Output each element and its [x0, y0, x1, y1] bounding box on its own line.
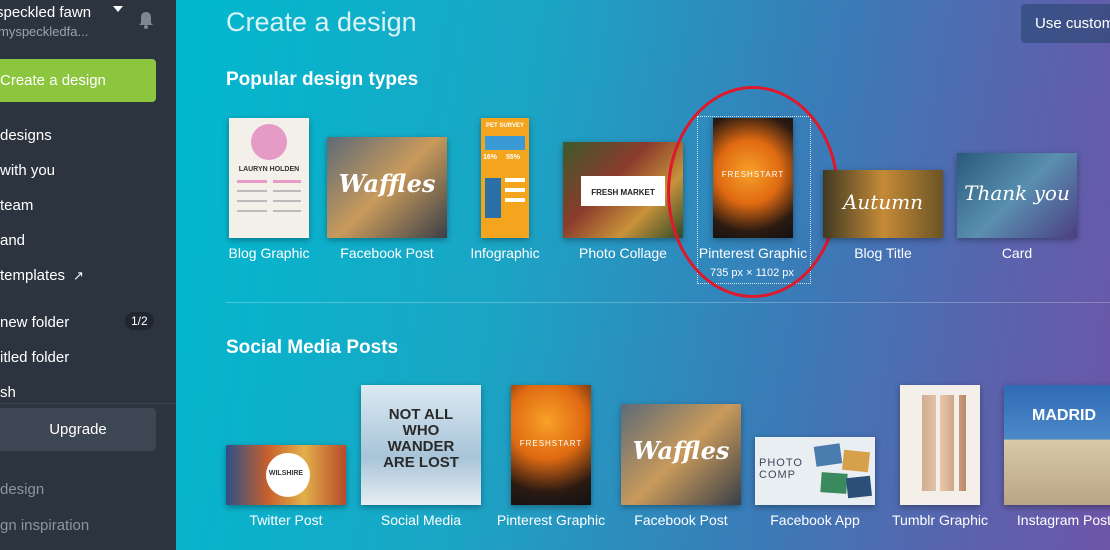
sidebar-item-designs[interactable]: designs	[0, 127, 52, 144]
thumb-card[interactable]: Thank you	[957, 153, 1077, 238]
thumb-text: Thank you	[964, 181, 1070, 205]
sidebar-divider	[0, 403, 176, 404]
thumb-text: Waffles	[338, 169, 436, 198]
thumb-text: PHOTO COMP	[759, 457, 803, 481]
thumb-infographic[interactable]: PET SURVEY 16% 55%	[481, 118, 529, 238]
tile-label-social-media[interactable]: Social Media	[371, 512, 471, 528]
external-link-icon: ↗	[73, 268, 84, 283]
thumb-text: NOT ALL WHO WANDER ARE LOST	[383, 406, 459, 471]
tile-label-pinterest-graphic-social[interactable]: Pinterest Graphic	[491, 512, 611, 528]
thumb-text: WILSHIRE	[268, 470, 304, 477]
upgrade-button[interactable]: Upgrade	[0, 408, 156, 451]
sidebar: speckled fawn myspeckledfa... Create a d…	[0, 0, 176, 550]
tile-label-tumblr-graphic[interactable]: Tumblr Graphic	[890, 512, 990, 528]
sidebar-footer-design[interactable]: design	[0, 481, 44, 498]
page-title: Create a design	[226, 7, 417, 37]
sidebar-item-trash[interactable]: sh	[0, 384, 16, 401]
thumb-photo-collage[interactable]: FRESH MARKET	[563, 142, 683, 238]
thumb-text: MADRID	[1032, 407, 1096, 424]
tile-label-facebook-post[interactable]: Facebook Post	[337, 245, 437, 261]
chevron-down-icon[interactable]	[113, 6, 123, 12]
thumb-twitter-post[interactable]: WILSHIRE	[226, 445, 346, 505]
sidebar-item-team[interactable]: team	[0, 197, 33, 214]
sidebar-footer-inspiration[interactable]: gn inspiration	[0, 517, 89, 534]
user-handle: myspeckledfa...	[0, 24, 89, 39]
tile-label-blog-title[interactable]: Blog Title	[833, 245, 933, 261]
sidebar-item-shared[interactable]: with you	[0, 162, 55, 179]
thumb-social-media[interactable]: NOT ALL WHO WANDER ARE LOST	[361, 385, 481, 505]
thumb-text: PET SURVEY	[486, 123, 524, 129]
thumb-text: FRESH MARKET	[591, 188, 655, 197]
tile-label-facebook-post-social[interactable]: Facebook Post	[631, 512, 731, 528]
thumb-text: 55%	[506, 154, 521, 161]
section-divider	[226, 302, 1110, 303]
thumb-pinterest-graphic-social[interactable]: FRESHSTART	[511, 385, 591, 505]
thumb-blog-graphic[interactable]: LAURYN HOLDEN	[229, 118, 309, 238]
user-name[interactable]: speckled fawn	[0, 4, 91, 21]
section-title-popular: Popular design types	[226, 69, 419, 90]
annotation-circle	[667, 86, 839, 298]
tile-label-photo-collage[interactable]: Photo Collage	[573, 245, 673, 261]
sidebar-item-untitled-folder[interactable]: itled folder	[0, 349, 69, 366]
thumb-facebook-post-social[interactable]: Waffles	[621, 404, 741, 505]
tile-label-card[interactable]: Card	[967, 245, 1067, 261]
thumb-tumblr-graphic[interactable]	[900, 385, 980, 505]
sidebar-item-templates[interactable]: templates ↗	[0, 267, 84, 284]
thumb-text: LAURYN HOLDEN	[238, 166, 300, 173]
tile-label-blog-graphic[interactable]: Blog Graphic	[219, 245, 319, 261]
folder-count-badge: 1/2	[125, 312, 154, 330]
bell-icon[interactable]	[136, 10, 156, 30]
thumb-facebook-app[interactable]: PHOTO COMP	[755, 437, 875, 505]
tile-label-twitter-post[interactable]: Twitter Post	[236, 512, 336, 528]
sidebar-item-brand[interactable]: and	[0, 232, 25, 249]
tile-label-instagram-post[interactable]: Instagram Post	[1014, 512, 1110, 528]
thumb-text: 16%	[483, 154, 498, 161]
use-custom-dimensions-button[interactable]: Use custom	[1021, 4, 1110, 43]
section-title-social: Social Media Posts	[226, 337, 399, 358]
tile-label-facebook-app[interactable]: Facebook App	[765, 512, 865, 528]
thumb-facebook-post[interactable]: Waffles	[327, 137, 447, 238]
create-design-label: Create a design	[0, 72, 106, 89]
main-panel: Create a design Use custom Popular desig…	[176, 0, 1110, 550]
sidebar-item-folder[interactable]: new folder	[0, 314, 69, 331]
tile-label-infographic[interactable]: Infographic	[455, 245, 555, 261]
sidebar-item-label: templates	[0, 267, 66, 284]
thumb-instagram-post[interactable]: MADRID	[1004, 385, 1110, 505]
thumb-text: Autumn	[842, 190, 924, 214]
thumb-blog-title[interactable]: Autumn	[823, 170, 943, 238]
thumb-text: Waffles	[632, 436, 730, 465]
create-design-button[interactable]: Create a design	[0, 59, 156, 102]
thumb-text: FRESHSTART	[519, 439, 583, 448]
